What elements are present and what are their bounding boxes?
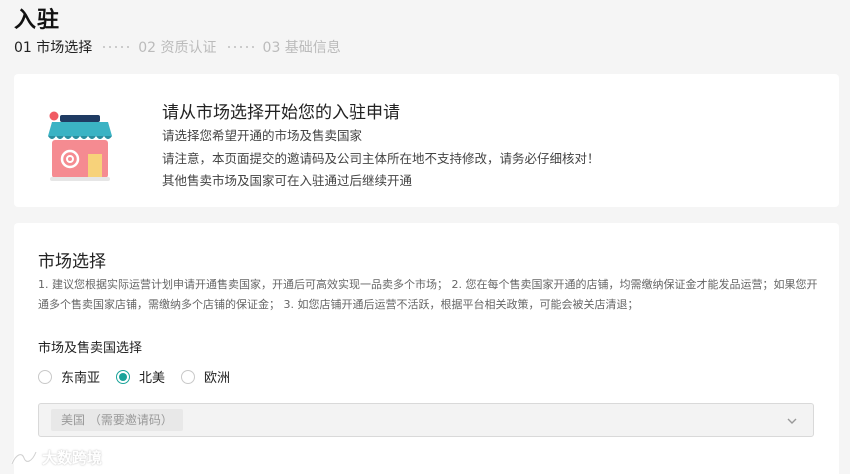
radio-unchecked-icon <box>181 369 196 384</box>
steps-progress: 01 市场选择 02 资质认证 03 基础信息 <box>14 37 341 57</box>
step-separator <box>225 46 254 48</box>
watermark-text: 大数跨境 <box>42 449 103 467</box>
radio-label: 东南亚 <box>61 371 101 386</box>
step-qualification: 02 资质认证 <box>138 40 217 56</box>
radio-unchecked-icon <box>38 369 52 384</box>
intro-line: 其他售卖市场及国家可在入驻通过后继续开通 <box>162 173 413 188</box>
radio-europe[interactable]: 欧洲 <box>181 367 230 386</box>
section-title: 市场选择 <box>38 252 106 272</box>
intro-line: 请注意，本页面提交的邀请码及公司主体所在地不支持修改，请务必仔细核对！ <box>162 151 600 166</box>
intro-title: 请从市场选择开始您的入驻申请 <box>162 103 400 123</box>
radio-north-america[interactable]: 北美 <box>116 367 165 386</box>
selected-country-tag: 美国 （需要邀请码） <box>51 409 183 431</box>
step-market-selection: 01 市场选择 <box>14 40 93 56</box>
watermark: 大数跨境 <box>10 447 102 468</box>
market-selection-card: 市场选择 1. 建议您根据实际运营计划申请开通售卖国家，开通后可高效实现一品卖多… <box>14 223 839 474</box>
store-icon <box>48 111 112 181</box>
market-radio-group: 东南亚 北美 欧洲 <box>38 367 246 386</box>
chevron-down-icon <box>787 418 797 424</box>
step-separator <box>101 46 130 48</box>
intro-line: 请选择您希望开通的市场及售卖国家 <box>162 128 363 143</box>
page-title: 入驻 <box>14 8 61 33</box>
radio-label: 北美 <box>139 371 166 386</box>
watermark-logo-icon <box>10 450 38 465</box>
section-description: 1. 建议您根据实际运营计划申请开通售卖国家，开通后可高效实现一品卖多个市场； … <box>38 278 818 311</box>
field-label: 市场及售卖国选择 <box>38 341 143 356</box>
radio-label: 欧洲 <box>204 371 231 386</box>
radio-southeast-asia[interactable]: 东南亚 <box>38 367 100 386</box>
country-select[interactable]: 美国 （需要邀请码） <box>38 403 814 437</box>
step-basic-info: 03 基础信息 <box>262 40 341 56</box>
intro-card: 请从市场选择开始您的入驻申请 请选择您希望开通的市场及售卖国家 请注意，本页面提… <box>14 74 839 207</box>
radio-checked-icon <box>116 369 131 384</box>
